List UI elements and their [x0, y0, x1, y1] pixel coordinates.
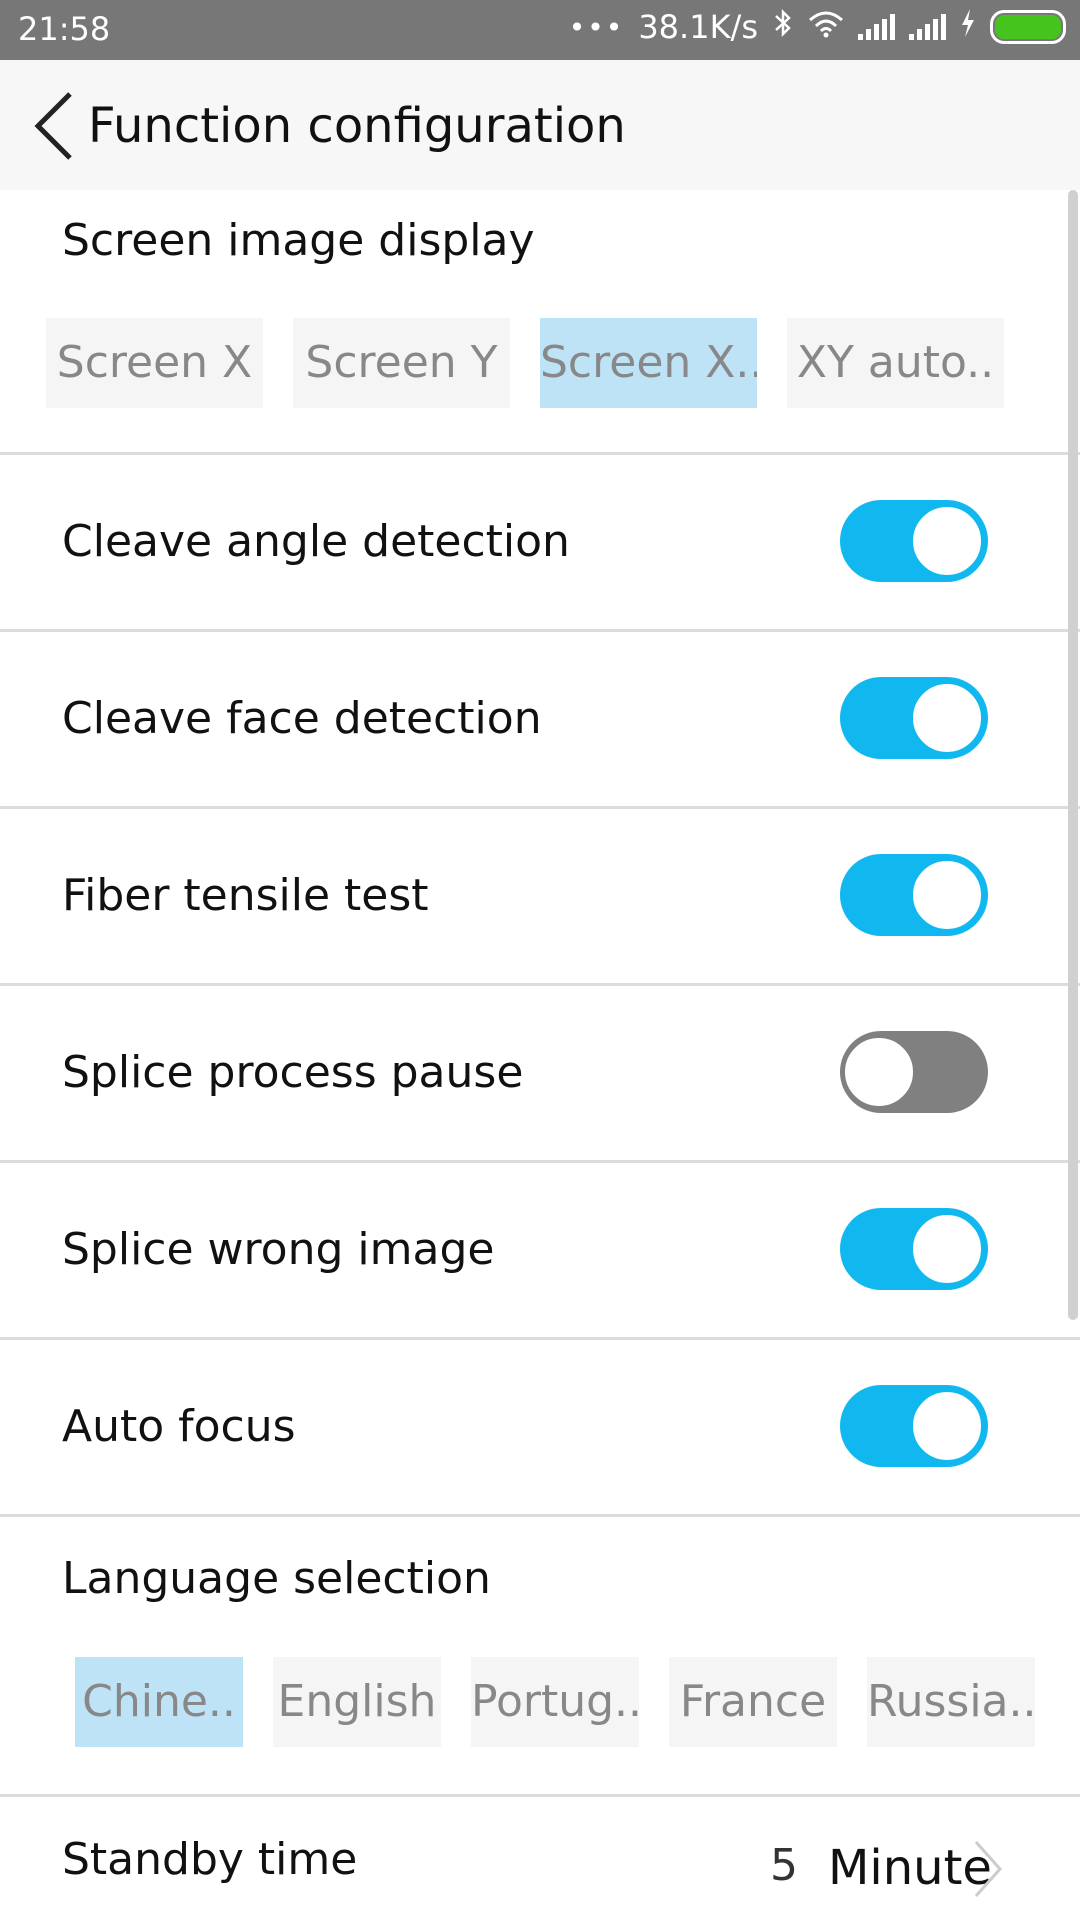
fiber-tensile-test-label: Fiber tensile test	[62, 870, 429, 921]
status-bar: 21:58 ••• 38.1K/s	[0, 0, 1080, 60]
network-speed: 38.1K/s	[638, 8, 758, 46]
auto-focus-label: Auto focus	[62, 1401, 296, 1452]
divider	[0, 1337, 1080, 1340]
option-screen-x[interactable]: Screen X	[46, 318, 263, 408]
language-option-chinese[interactable]: Chine..	[75, 1657, 243, 1747]
divider	[0, 1794, 1080, 1797]
standby-time-value: 5	[770, 1840, 798, 1891]
screen-image-display-options: Screen X Screen Y Screen X.. XY auto..	[46, 318, 1004, 408]
splice-wrong-image-toggle[interactable]	[840, 1208, 988, 1290]
app-bar: Function configuration	[0, 60, 1080, 190]
toggle-knob	[910, 504, 984, 578]
divider	[0, 1160, 1080, 1163]
toggle-knob	[910, 858, 984, 932]
divider	[0, 1514, 1080, 1517]
language-options: Chine.. English Portug.. France Russia..	[75, 1657, 1035, 1747]
splice-wrong-image-label: Splice wrong image	[62, 1224, 495, 1275]
language-selection-label: Language selection	[62, 1553, 491, 1604]
more-dots-icon: •••	[568, 10, 625, 44]
language-option-english[interactable]: English	[273, 1657, 441, 1747]
language-option-france[interactable]: France	[669, 1657, 837, 1747]
language-option-portuguese[interactable]: Portug..	[471, 1657, 639, 1747]
divider	[0, 806, 1080, 809]
fiber-tensile-test-toggle[interactable]	[840, 854, 988, 936]
option-screen-xy[interactable]: Screen X..	[540, 318, 757, 408]
standby-time-label: Standby time	[62, 1834, 358, 1885]
toggle-knob	[842, 1035, 916, 1109]
screen-image-display-label: Screen image display	[62, 215, 535, 266]
auto-focus-toggle[interactable]	[840, 1385, 988, 1467]
scrollbar[interactable]	[1068, 190, 1078, 1320]
wifi-icon	[808, 8, 844, 46]
option-xy-auto[interactable]: XY auto..	[787, 318, 1004, 408]
signal-icon	[909, 14, 946, 40]
toggle-knob	[910, 681, 984, 755]
option-screen-y[interactable]: Screen Y	[293, 318, 510, 408]
cleave-face-detection-label: Cleave face detection	[62, 693, 542, 744]
splice-process-pause-label: Splice process pause	[62, 1047, 524, 1098]
chevron-left-icon[interactable]	[30, 90, 80, 160]
cleave-angle-detection-toggle[interactable]	[840, 500, 988, 582]
status-time: 21:58	[18, 10, 111, 48]
divider	[0, 452, 1080, 455]
battery-icon	[990, 10, 1066, 44]
status-icons: ••• 38.1K/s	[569, 8, 1066, 46]
charging-icon	[960, 8, 976, 46]
page-title: Function configuration	[88, 98, 626, 154]
cleave-angle-detection-label: Cleave angle detection	[62, 516, 570, 567]
toggle-knob	[910, 1212, 984, 1286]
divider	[0, 629, 1080, 632]
divider	[0, 983, 1080, 986]
bluetooth-icon	[772, 8, 794, 46]
signal-icon	[858, 14, 895, 40]
chevron-right-icon[interactable]	[968, 1834, 1008, 1904]
cleave-face-detection-toggle[interactable]	[840, 677, 988, 759]
language-option-russian[interactable]: Russia..	[867, 1657, 1035, 1747]
splice-process-pause-toggle[interactable]	[840, 1031, 988, 1113]
toggle-knob	[910, 1389, 984, 1463]
